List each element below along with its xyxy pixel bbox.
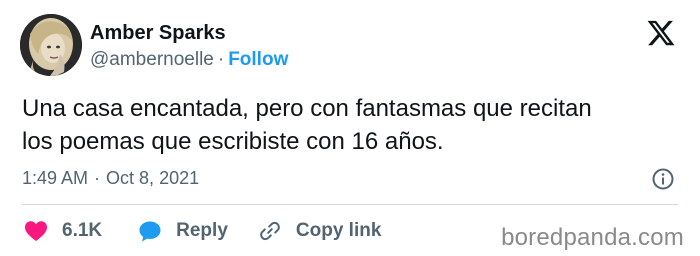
tweet-actions: 6.1K Reply Copy link — [24, 216, 381, 246]
speech-bubble-icon — [139, 221, 161, 242]
tweet-text-line: los poemas que escribiste con 16 años. — [22, 128, 444, 155]
copy-link-button[interactable]: Copy link — [258, 219, 382, 243]
heart-icon — [25, 221, 47, 241]
copy-link-label: Copy link — [295, 220, 382, 241]
author-name[interactable]: Amber Sparks — [90, 22, 226, 45]
tweet-time: 1:49 AM — [22, 168, 89, 188]
x-logo-icon[interactable] — [646, 18, 676, 48]
like-count: 6.1K — [62, 220, 103, 241]
timestamp-separator: · — [94, 168, 101, 188]
info-icon[interactable] — [651, 167, 675, 191]
avatar-image — [20, 14, 82, 76]
tweet-text-line: Una casa encantada, pero con fantasmas q… — [22, 95, 592, 122]
author-handle-row: @ambernoelle · Follow — [90, 49, 288, 71]
avatar[interactable] — [20, 14, 82, 76]
reply-button[interactable]: Reply — [138, 219, 228, 243]
tweet-text: Una casa encantada, pero con fantasmas q… — [22, 92, 692, 158]
timestamp[interactable]: 1:49 AM · Oct 8, 2021 — [22, 168, 199, 189]
tweet-date: Oct 8, 2021 — [106, 168, 200, 188]
link-icon — [260, 221, 280, 241]
tweet-card: Amber Sparks @ambernoelle · Follow Una cas… — [0, 0, 700, 256]
divider — [22, 204, 678, 205]
follow-button[interactable]: Follow — [228, 49, 288, 70]
handle-separator: · — [217, 49, 225, 70]
author-handle[interactable]: @ambernoelle — [90, 49, 214, 70]
watermark: boredpanda.com — [501, 224, 684, 251]
like-button[interactable]: 6.1K — [24, 220, 102, 242]
reply-label: Reply — [176, 220, 228, 241]
